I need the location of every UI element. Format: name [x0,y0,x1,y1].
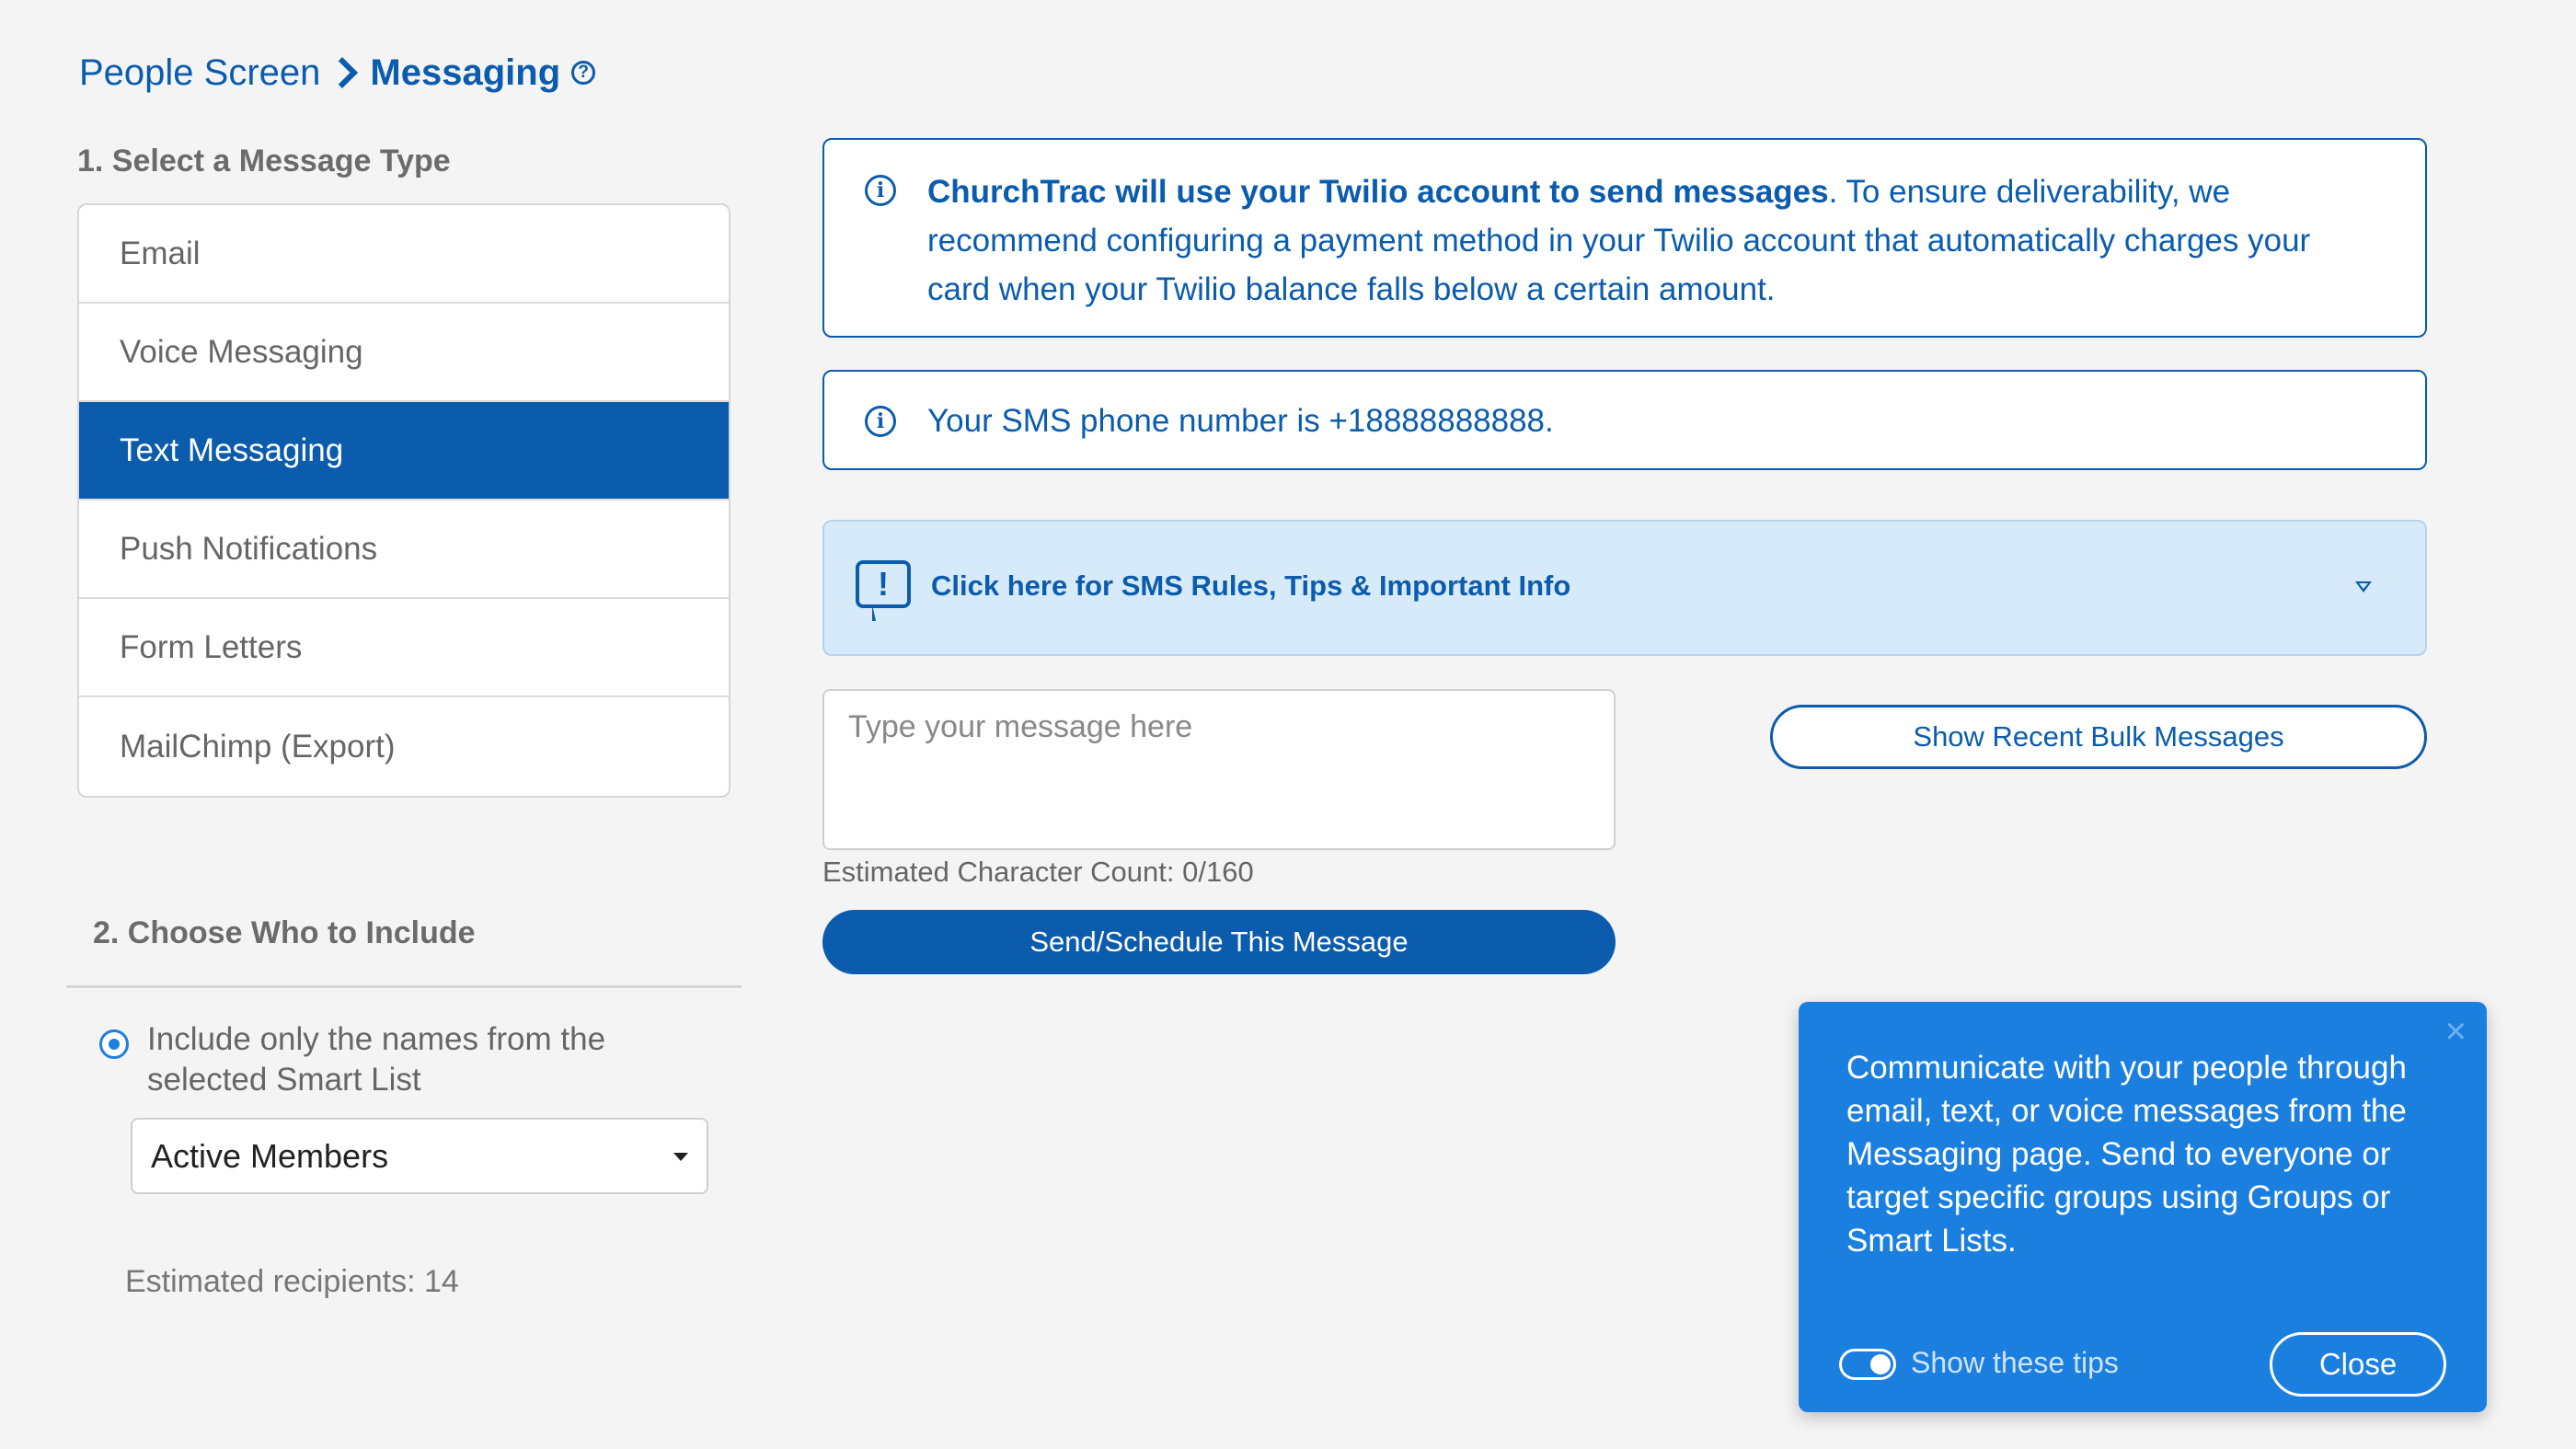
breadcrumb-people-screen-link[interactable]: People Screen [79,52,320,94]
sms-phone-text: Your SMS phone number is +18888888888. [927,403,1554,439]
smart-list-radio[interactable] [99,1029,129,1059]
message-type-mailchimp-export[interactable]: MailChimp (Export) [79,697,729,796]
twilio-info-box: i ChurchTrac will use your Twilio accoun… [822,138,2427,338]
message-type-email[interactable]: Email [79,205,729,304]
speech-bubble-alert-icon: ! [856,560,911,621]
character-count: Estimated Character Count: 0/160 [822,856,1254,888]
smart-list-radio-label: Include only the names from the selected… [147,1021,606,1098]
sms-rules-tips-bar[interactable]: ! Click here for SMS Rules, Tips & Impor… [822,520,2427,656]
section-select-message-type-label: 1. Select a Message Type [77,144,451,178]
tips-popup: × Communicate with your people through e… [1799,1002,2487,1412]
message-type-voice-messaging[interactable]: Voice Messaging [79,304,729,402]
sms-rules-tips-text: Click here for SMS Rules, Tips & Importa… [931,569,1571,602]
tips-close-button[interactable]: Close [2270,1332,2446,1397]
info-icon: i [865,406,896,437]
message-type-text-messaging[interactable]: Text Messaging [79,402,729,500]
message-input[interactable] [822,689,1616,850]
show-tips-label: Show these tips [1911,1346,2119,1379]
info-icon: i [865,175,896,206]
sms-phone-info-box: i Your SMS phone number is +18888888888. [822,370,2427,470]
section-divider [66,985,742,988]
chevron-right-icon [327,57,359,88]
message-type-push-notifications[interactable]: Push Notifications [79,500,729,599]
twilio-info-text: ChurchTrac will use your Twilio account … [927,167,2381,314]
message-type-form-letters[interactable]: Form Letters [79,599,729,697]
show-recent-bulk-messages-button[interactable]: Show Recent Bulk Messages [1770,705,2427,769]
tips-popup-text: Communicate with your people through ema… [1846,1050,2407,1259]
smart-list-select[interactable]: Active Members [131,1118,708,1194]
caret-down-icon [673,1153,688,1161]
page-title: Messaging [370,52,561,93]
close-icon[interactable]: × [2445,1013,2467,1050]
show-tips-toggle[interactable] [1839,1349,1896,1380]
section-choose-who-label: 2. Choose Who to Include [93,915,476,950]
estimated-recipients: Estimated recipients: 14 [125,1264,459,1299]
send-schedule-button[interactable]: Send/Schedule This Message [822,910,1616,974]
breadcrumb: People Screen Messaging ? [79,48,596,98]
help-icon[interactable]: ? [571,61,596,85]
smart-list-select-value: Active Members [151,1136,389,1175]
chevron-down-icon[interactable] [2355,581,2372,592]
message-type-list: Email Voice Messaging Text Messaging Pus… [77,203,730,798]
twilio-info-bold: ChurchTrac will use your Twilio account … [927,174,1829,210]
